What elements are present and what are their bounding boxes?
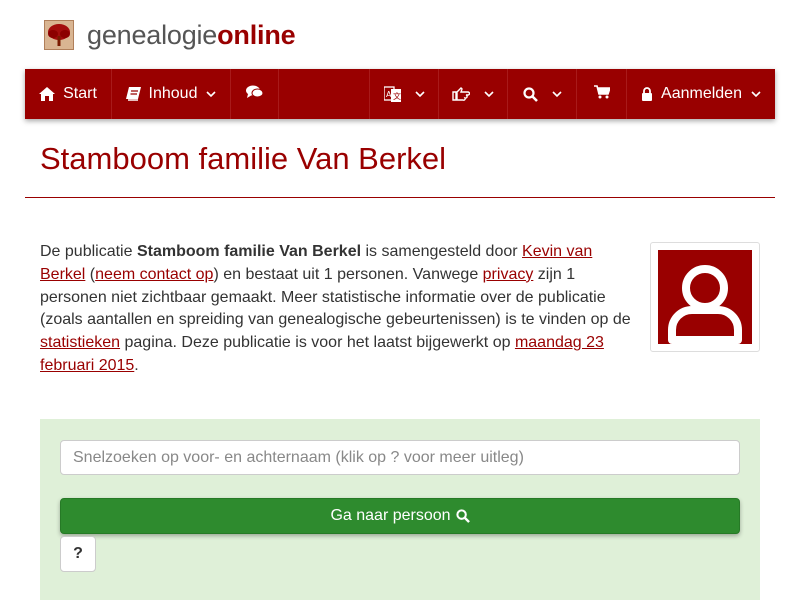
contact-link[interactable]: neem contact op — [95, 266, 213, 283]
search-help-button[interactable]: ? — [60, 536, 96, 572]
logo-text-part1: genealogie — [87, 20, 218, 50]
chat-icon — [246, 85, 264, 104]
search-icon — [522, 86, 538, 102]
nav-inhoud[interactable]: Inhoud — [112, 69, 231, 119]
search-icon — [455, 509, 470, 523]
nav-start-label: Start — [63, 85, 97, 102]
cart-icon — [593, 84, 611, 104]
logo-text: genealogieonline — [87, 19, 296, 51]
chevron-down-icon — [551, 90, 562, 98]
nav-aanmelden[interactable]: Aanmelden — [627, 69, 775, 119]
go-to-person-label: Ga naar persoon — [330, 507, 451, 524]
site-logo[interactable]: genealogieonline — [44, 18, 296, 52]
author-avatar — [650, 242, 760, 352]
privacy-link[interactable]: privacy — [483, 266, 534, 283]
main-navbar: Start Inhoud A文 Aanmelden — [25, 69, 775, 119]
desc-text: is samengesteld door — [361, 243, 523, 260]
user-avatar-icon — [658, 250, 752, 344]
page-title: Stamboom familie Van Berkel — [40, 141, 447, 176]
desc-text: pagina. Deze publicatie is voor het laat… — [120, 334, 515, 352]
svg-text:文: 文 — [393, 91, 401, 101]
svg-text:A: A — [386, 90, 392, 99]
tree-logo-icon — [44, 20, 74, 50]
nav-inhoud-label: Inhoud — [148, 85, 198, 102]
translate-icon: A文 — [383, 86, 401, 102]
hand-point-icon — [452, 87, 470, 101]
nav-chat[interactable] — [231, 69, 279, 119]
quick-search-input[interactable] — [60, 440, 740, 475]
go-to-person-button[interactable]: Ga naar persoon — [60, 498, 740, 534]
desc-text: ( — [85, 265, 96, 283]
logo-text-part2: online — [217, 20, 296, 50]
nav-language[interactable]: A文 — [370, 69, 439, 119]
chevron-down-icon — [414, 90, 425, 98]
nav-cart[interactable] — [577, 69, 627, 119]
nav-search[interactable] — [508, 69, 577, 119]
chevron-down-icon — [484, 90, 494, 98]
quick-search-panel: Ga naar persoon ? — [40, 419, 760, 600]
nav-pointer[interactable] — [439, 69, 508, 119]
title-divider — [25, 197, 775, 198]
desc-text: . — [134, 356, 139, 374]
chevron-down-icon — [206, 90, 217, 98]
publication-description: De publicatie Stamboom familie Van Berke… — [40, 241, 640, 378]
nav-spacer — [279, 69, 370, 119]
book-icon — [125, 87, 141, 101]
nav-aanmelden-label: Aanmelden — [661, 85, 742, 102]
home-icon — [39, 87, 56, 101]
lock-icon — [641, 87, 653, 101]
desc-publication-name: Stamboom familie Van Berkel — [136, 243, 362, 260]
desc-text: ) en bestaat uit 1 personen. Vanwege — [213, 265, 483, 283]
chevron-down-icon — [751, 90, 761, 98]
statistics-link[interactable]: statistieken — [40, 334, 120, 351]
desc-text: De publicatie — [40, 243, 137, 260]
nav-start[interactable]: Start — [25, 69, 112, 119]
